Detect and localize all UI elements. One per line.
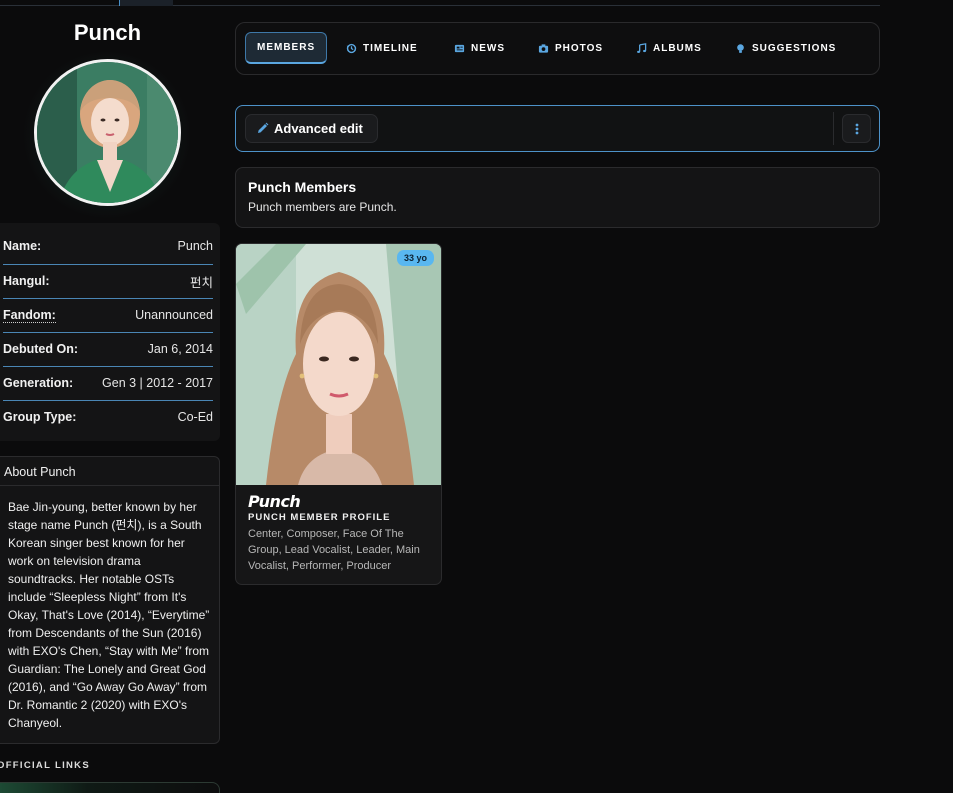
info-value: Jan 6, 2014 [147, 342, 213, 356]
tab-photos[interactable]: PHOTOS [527, 32, 614, 64]
tab-timeline[interactable]: TIMELINE [335, 32, 429, 64]
tab-label: ALBUMS [653, 42, 702, 54]
info-key: Hangul: [3, 274, 50, 288]
toolbar-divider [833, 112, 834, 145]
info-value: 펀치 [189, 275, 213, 290]
about-card: About Punch Bae Jin-young, better known … [0, 456, 220, 744]
member-card[interactable]: 33 yo Punch PUNCH MEMBER PROFILE Center,… [235, 243, 442, 585]
tab-label: SUGGESTIONS [752, 42, 837, 54]
info-row-debut: Debuted On: Jan 6, 2014 [3, 332, 213, 366]
music-note-icon [637, 42, 647, 53]
avatar [34, 59, 181, 206]
group-info-card: Name: Punch Hangul: 펀치 Fandom: Unannounc… [0, 223, 220, 441]
member-profile-label: PUNCH MEMBER PROFILE [248, 512, 391, 523]
member-name[interactable]: Punch [248, 492, 301, 511]
member-photo [236, 244, 441, 485]
members-section-title: Punch Members [248, 179, 357, 195]
info-key: Name: [3, 239, 42, 253]
info-key: Debuted On: [3, 342, 78, 356]
more-options-button[interactable] [842, 114, 871, 143]
info-value: Unannounced [135, 308, 213, 322]
tab-label: NEWS [471, 42, 505, 54]
official-links-box[interactable] [0, 782, 220, 793]
camera-icon [538, 43, 549, 53]
tab-members[interactable]: MEMBERS [245, 32, 328, 64]
tab-label: MEMBERS [257, 42, 316, 53]
tab-label: PHOTOS [555, 42, 604, 54]
official-links-title: OFFICIAL LINKS [0, 760, 90, 771]
info-key-fandom[interactable]: Fandom: [3, 308, 56, 323]
member-roles: Center, Composer, Face Of The Group, Lea… [248, 528, 420, 572]
advanced-edit-button[interactable]: Advanced edit [245, 114, 378, 143]
info-value: Co-Ed [177, 410, 213, 424]
top-strip-tab[interactable] [119, 0, 173, 6]
tab-albums[interactable]: ALBUMS [625, 32, 713, 64]
members-section-subtitle: Punch members are Punch. [248, 200, 397, 214]
group-name: Punch [73, 20, 142, 45]
section-nav: MEMBERS TIMELINE NEWS PHOTOS ALBUMS SUGG… [235, 22, 880, 75]
info-row-name: Name: Punch [3, 229, 213, 263]
about-title: About Punch [0, 457, 219, 486]
info-value: Punch [177, 239, 213, 253]
tab-suggestions[interactable]: SUGGESTIONS [724, 32, 847, 64]
info-row-group-type: Group Type: Co-Ed [3, 400, 213, 434]
info-key: Generation: [3, 376, 74, 390]
info-row-generation: Generation: Gen 3 | 2012 - 2017 [3, 366, 213, 400]
about-text: Bae Jin-young, better known by her stage… [8, 500, 210, 730]
age-badge: 33 yo [397, 250, 435, 266]
vertical-dots-icon [855, 123, 858, 134]
page: Punch Name: Punch Hangul: 펀치 Fandom: Una… [0, 0, 953, 793]
top-strip [0, 0, 880, 6]
advanced-edit-label: Advanced edit [274, 121, 363, 136]
members-section-card: Punch Members Punch members are Punch. [235, 167, 880, 228]
lightbulb-icon [737, 43, 744, 53]
tab-label: TIMELINE [363, 42, 418, 54]
info-value: Gen 3 | 2012 - 2017 [102, 376, 213, 390]
newspaper-icon [454, 44, 465, 52]
tab-news[interactable]: NEWS [443, 32, 516, 64]
info-row-fandom: Fandom: Unannounced [3, 298, 213, 332]
edit-toolbar: Advanced edit [235, 105, 880, 152]
info-row-hangul: Hangul: 펀치 [3, 264, 213, 298]
history-icon [346, 43, 357, 53]
info-key: Group Type: [3, 410, 77, 424]
avatar-image [37, 62, 178, 203]
pencil-icon [258, 122, 269, 133]
